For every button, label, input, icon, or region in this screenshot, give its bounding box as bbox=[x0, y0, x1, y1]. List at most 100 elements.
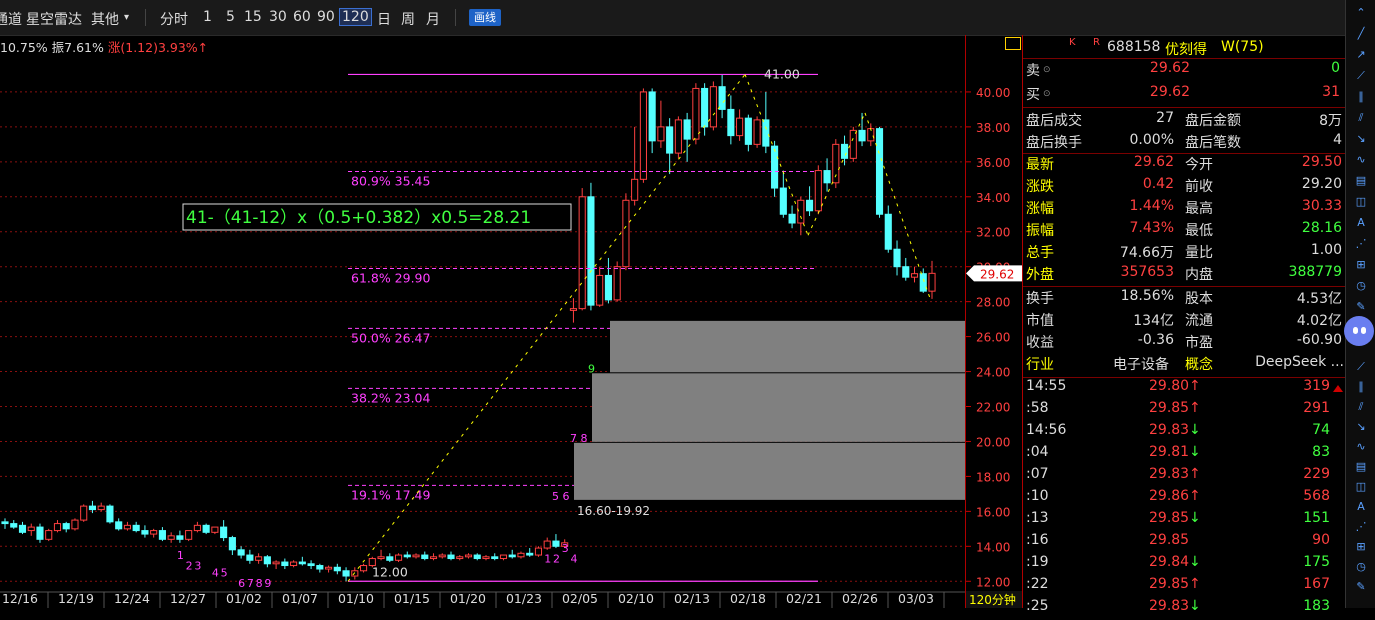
period-90[interactable]: 90 bbox=[317, 9, 335, 25]
axis-tick-label: 22.00 bbox=[976, 401, 1010, 415]
tick-row: :07 29.83 ↑ 229 bbox=[1023, 466, 1346, 488]
tab-other[interactable]: 其他 bbox=[91, 9, 119, 29]
candle-body bbox=[421, 554, 429, 560]
period-60[interactable]: 60 bbox=[293, 9, 311, 25]
x-axis-label: 02/21 bbox=[786, 591, 822, 606]
quote-v2: 28.16 bbox=[1301, 220, 1342, 236]
quote-v1: 29.62 bbox=[1133, 154, 1174, 170]
parallel-icon[interactable]: ∥ bbox=[1354, 90, 1368, 104]
arrow-tool-icon[interactable]: ↘ bbox=[1354, 132, 1368, 146]
tick-p: 29.85 bbox=[1149, 576, 1190, 592]
gap-box bbox=[574, 442, 965, 500]
scroll-up-icon[interactable]: ⌃ bbox=[1354, 6, 1368, 20]
td-count-label: 7 bbox=[247, 577, 254, 590]
candle-body bbox=[858, 129, 866, 142]
candle-body bbox=[316, 565, 324, 570]
assistant-avatar-icon[interactable] bbox=[1344, 316, 1374, 346]
drawing-tool-icon[interactable]: ◷ bbox=[1354, 560, 1368, 574]
tick-row: :25 29.83 ↓ 183 bbox=[1023, 598, 1346, 620]
line-tool-icon[interactable]: ╱ bbox=[1354, 27, 1368, 41]
tick-scrollbar[interactable] bbox=[1333, 385, 1343, 605]
segment-icon[interactable]: ⟋ bbox=[1354, 69, 1368, 83]
td-count-label: 8 bbox=[256, 577, 263, 590]
candlestick-chart[interactable]: 12/16 12/19 12/24 12/27 01/02 01/07 01/10 01/15… bbox=[0, 35, 965, 608]
candle-body bbox=[771, 145, 779, 189]
cycle-icon[interactable]: ◷ bbox=[1354, 279, 1368, 293]
tick-row: :13 29.85 ↓ 151 bbox=[1023, 510, 1346, 532]
axis-tick-label: 18.00 bbox=[976, 470, 1010, 484]
candle-body bbox=[307, 563, 315, 567]
stock-w: W(75) bbox=[1221, 39, 1264, 55]
candle-body bbox=[359, 565, 368, 572]
period-120-selected[interactable]: 120 bbox=[339, 8, 372, 26]
period-15[interactable]: 15 bbox=[244, 9, 262, 25]
tick-p: 29.83 bbox=[1149, 466, 1190, 482]
sell-label: 卖 bbox=[1026, 63, 1040, 79]
tick-t: :07 bbox=[1026, 466, 1049, 482]
quote-l2: 流通 bbox=[1185, 313, 1213, 329]
candle-body bbox=[255, 556, 263, 561]
drawing-tool-icon[interactable]: A bbox=[1354, 500, 1368, 514]
formula-annotation: 41-（41-12）x（0.5+0.382）x0.5=28.21 bbox=[182, 203, 572, 231]
quote-v2: 4 bbox=[1333, 132, 1342, 148]
quote-v2: 4.53亿 bbox=[1296, 291, 1342, 307]
channel-icon[interactable]: ⫽ bbox=[1354, 111, 1368, 125]
candle-body bbox=[849, 129, 857, 159]
buy-row: 买 ⊙ 29.62 31 bbox=[1023, 84, 1346, 106]
period-week[interactable]: 周 bbox=[401, 9, 415, 29]
candle-body bbox=[709, 86, 717, 128]
drawing-tool-icon[interactable]: ▤ bbox=[1354, 460, 1368, 474]
quote-v2: 29.50 bbox=[1301, 154, 1342, 170]
drawing-tool-icon[interactable]: ⋰ bbox=[1354, 520, 1368, 534]
candle-body bbox=[806, 199, 814, 212]
period-30[interactable]: 30 bbox=[269, 9, 287, 25]
panel-toggle-icon[interactable] bbox=[1005, 37, 1021, 50]
text-tool-icon[interactable]: A bbox=[1354, 216, 1368, 230]
tab-tongdao[interactable]: 通道 bbox=[0, 9, 22, 29]
fib-level-label: 61.8% 29.90 bbox=[351, 270, 431, 285]
drawing-tool-icon[interactable]: ∥ bbox=[1354, 380, 1368, 394]
tick-v: 229 bbox=[1303, 466, 1330, 482]
box-icon[interactable]: ◫ bbox=[1354, 195, 1368, 209]
fib-fan-icon[interactable]: ⋰ bbox=[1354, 237, 1368, 251]
pen-icon[interactable]: ✎ bbox=[1354, 300, 1368, 314]
td-count-label: 1 bbox=[177, 549, 184, 562]
candle-body bbox=[246, 554, 254, 561]
quote-v2: 8万 bbox=[1319, 113, 1342, 129]
gann-icon[interactable]: ⊞ bbox=[1354, 258, 1368, 272]
quote-row: 盘后换手 0.00% 盘后笔数 4 bbox=[1023, 132, 1346, 154]
drawing-tool-icon[interactable]: ⫽ bbox=[1354, 400, 1368, 414]
fib-icon[interactable]: ▤ bbox=[1354, 174, 1368, 188]
drawing-tool-icon[interactable]: ↘ bbox=[1354, 420, 1368, 434]
industry-value[interactable]: 电子设备 bbox=[1113, 354, 1169, 374]
wave-icon[interactable]: ∿ bbox=[1354, 153, 1368, 167]
quote-l2: 前收 bbox=[1185, 179, 1213, 195]
quote-l2: 量比 bbox=[1185, 245, 1213, 261]
quote-l1: 总手 bbox=[1026, 245, 1054, 261]
period-month[interactable]: 月 bbox=[426, 9, 440, 29]
quote-l2: 内盘 bbox=[1185, 267, 1213, 283]
candle-body bbox=[176, 535, 184, 540]
draw-line-button[interactable]: 画线 bbox=[469, 9, 501, 26]
ray-tool-icon[interactable]: ↗ bbox=[1354, 48, 1368, 62]
tab-star-radar[interactable]: 星空雷达 bbox=[26, 9, 82, 29]
chevron-down-icon[interactable]: ▾ bbox=[124, 12, 129, 23]
drawing-tool-icon[interactable]: ⟋ bbox=[1354, 360, 1368, 374]
period-fenshi[interactable]: 分时 bbox=[160, 9, 188, 29]
drawing-tool-icon[interactable]: ✎ bbox=[1354, 580, 1368, 594]
quote-row: 涨幅 1.44% 最高 30.33 bbox=[1023, 198, 1346, 220]
period-day[interactable]: 日 bbox=[377, 9, 391, 29]
quote-l2: 股本 bbox=[1185, 291, 1213, 307]
tick-a: ↓ bbox=[1189, 598, 1201, 614]
quote-l1: 换手 bbox=[1026, 291, 1054, 307]
drawing-tool-icon[interactable]: ⊞ bbox=[1354, 540, 1368, 554]
drawing-tool-icon[interactable]: ◫ bbox=[1354, 480, 1368, 494]
candle-body bbox=[832, 143, 840, 184]
tick-a: ↑ bbox=[1189, 466, 1201, 482]
period-1[interactable]: 1 bbox=[203, 9, 212, 25]
concept-value[interactable]: DeepSeek ... bbox=[1255, 354, 1344, 370]
industry-label: 行业 bbox=[1026, 357, 1054, 373]
drawing-tool-icon[interactable]: ∿ bbox=[1354, 440, 1368, 454]
x-axis-label: 01/20 bbox=[450, 591, 486, 606]
period-5[interactable]: 5 bbox=[226, 9, 235, 25]
